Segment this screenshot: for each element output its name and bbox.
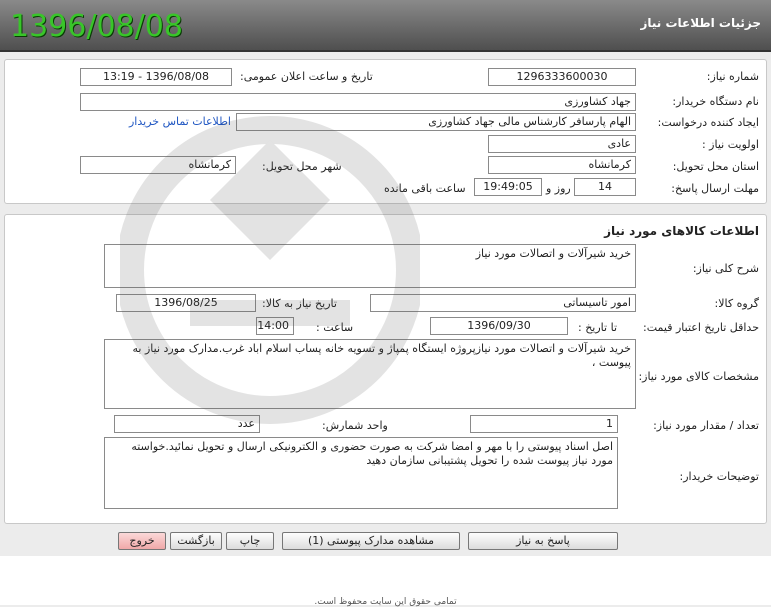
contact-buyer-link[interactable]: اطلاعات تماس خریدار — [129, 115, 231, 128]
to-date-label: تا تاریخ : — [578, 321, 617, 334]
print-button[interactable]: چاپ — [226, 532, 274, 550]
reply-button[interactable]: پاسخ به نیاز — [468, 532, 618, 550]
validity-date-field: 1396/09/30 — [430, 317, 568, 335]
requester-field: الهام پارسافر کارشناس مالی جهاد کشاورزی — [236, 113, 636, 131]
province-label: استان محل تحویل: — [672, 160, 759, 173]
qty-label: تعداد / مقدار مورد نیاز: — [653, 419, 759, 432]
deadline-time-field: 19:49:05 — [474, 178, 542, 196]
unit-field: عدد — [114, 415, 260, 433]
announce-label: تاریخ و ساعت اعلان عمومی: — [240, 70, 373, 83]
city-field: کرمانشاه — [80, 156, 236, 174]
buyer-notes-field: اصل اسناد پیوستی را با مهر و امضا شرکت ب… — [104, 437, 618, 509]
need-date-field: 1396/08/25 — [116, 294, 256, 312]
province-field: کرمانشاه — [488, 156, 636, 174]
requester-label: ایجاد کننده درخواست: — [657, 116, 759, 129]
spec-label: مشخصات کالای مورد نیاز: — [638, 370, 759, 383]
buyer-org-field: جهاد کشاورزی — [80, 93, 636, 111]
spec-field: خرید شیرآلات و اتصالات مورد نیازپروژه ای… — [104, 339, 636, 409]
announce-field: 1396/08/08 - 13:19 — [80, 68, 232, 86]
page-header: 1396/08/08 جزئیات اطلاعات نیاز — [0, 0, 771, 52]
exit-button[interactable]: خروج — [118, 532, 166, 550]
unit-label: واحد شمارش: — [322, 419, 388, 432]
back-button[interactable]: بازگشت — [170, 532, 222, 550]
footer: تمامی حقوق این سایت محفوظ است. — [0, 556, 771, 607]
page-title: جزئیات اطلاعات نیاز — [640, 16, 761, 30]
validity-time-field: 14:00 — [256, 317, 294, 335]
attachments-button[interactable]: مشاهده مدارک پیوستی (1) — [282, 532, 460, 550]
summary-label: شرح کلی نیاز: — [692, 262, 759, 275]
validity-label: حداقل تاریخ اعتبار قیمت: — [643, 321, 759, 334]
time-label: ساعت : — [316, 321, 354, 334]
copyright-text: تمامی حقوق این سایت محفوظ است. — [314, 597, 457, 607]
goods-section-title: اطلاعات کالاهای مورد نیاز — [604, 224, 759, 238]
qty-field: 1 — [470, 415, 618, 433]
priority-field: عادی — [488, 135, 636, 153]
header-date: 1396/08/08 — [10, 9, 183, 44]
need-number-label: شماره نیاز: — [706, 70, 759, 83]
deadline-label: مهلت ارسال پاسخ: — [671, 182, 759, 195]
summary-field: خرید شیرآلات و اتصالات مورد نیاز — [104, 244, 636, 288]
need-number-field: 1296333600030 — [488, 68, 636, 86]
days-word: روز و — [546, 182, 571, 195]
deadline-days-field: 14 — [574, 178, 636, 196]
group-label: گروه کالا: — [714, 297, 759, 310]
priority-label: اولویت نیاز : — [701, 138, 759, 151]
buyer-notes-label: توضیحات خریدار: — [679, 470, 760, 483]
buyer-org-label: نام دستگاه خریدار: — [672, 95, 759, 108]
remaining-label: ساعت باقی مانده — [384, 182, 466, 195]
city-label: شهر محل تحویل: — [262, 160, 342, 173]
group-field: امور تاسیساتی — [370, 294, 636, 312]
need-date-label: تاریخ نیاز به کالا: — [262, 297, 337, 310]
